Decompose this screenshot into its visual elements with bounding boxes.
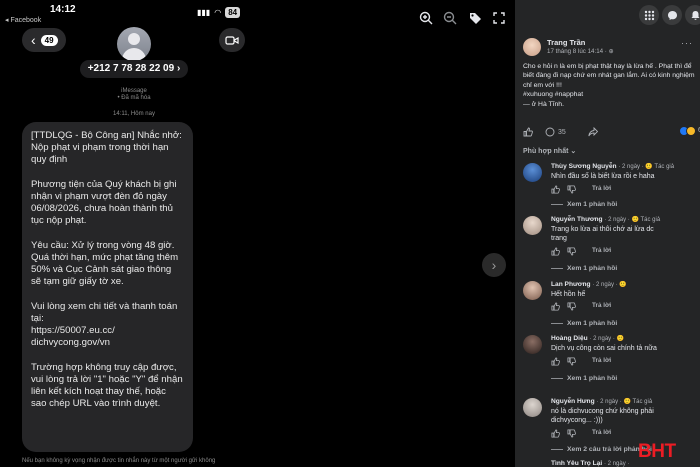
share-icon [588,127,598,137]
author-tag: Tác giả [632,399,653,405]
commenter-name[interactable]: Lan Phương · 2 ngày · 🙂 [551,281,627,288]
comment-text: Dịch vụ công còn sai chính tả nữa [551,345,657,352]
reply-button[interactable]: Trả lời [592,429,611,436]
dislike-icon[interactable] [567,357,576,366]
signal-icon: ▮▮▮ [197,8,211,17]
comment-actions [551,247,576,256]
like-button[interactable] [523,127,533,137]
comment-actions [551,429,576,438]
facebook-post-panel: Trang Trần 17 tháng 8 lúc 14:14 · ⊕ ··· … [515,0,700,467]
thumbs-up-icon[interactable] [551,357,560,366]
post-options-icon[interactable]: ··· [681,38,693,48]
zoom-out-icon[interactable] [441,10,459,26]
dislike-icon[interactable] [567,247,576,256]
comment-actions [551,357,576,366]
thumbs-up-icon[interactable] [551,302,560,311]
unread-count-badge: 49 [40,34,58,46]
fullscreen-icon[interactable] [490,10,508,26]
comment-actions [551,185,576,194]
video-call-icon [219,28,245,52]
commenter-avatar[interactable] [523,163,542,182]
sms-message-bubble: [TTDLQG - Bộ Công an] Nhắc nhở: Nộp phạt… [22,122,193,452]
zoom-in-icon[interactable] [417,10,435,26]
commenter-name[interactable]: Nguyễn Thương · 2 ngày · 🙂 Tác giả [551,216,660,223]
commenter-name[interactable]: Thùy Sương Nguyễn · 2 ngày · 🙂 Tác giả [551,163,674,170]
tag-icon[interactable] [466,10,484,26]
battery-icon: 84 [225,7,241,18]
view-replies-link[interactable]: Xem 1 phản hồi [551,320,617,327]
dislike-icon[interactable] [567,185,576,194]
view-replies-link[interactable]: Xem 1 phản hồi [551,265,617,272]
comment-text: Trang ko lừa ai thôi chớ ai lừa dc trang [551,226,654,242]
bht-watermark: BHT [638,441,676,462]
next-photo-button[interactable]: › [482,253,506,277]
comment-icon [545,127,555,137]
author-tag: Tác giả [654,164,675,170]
sender-phone-number: +212 7 78 28 22 09 › [80,60,188,78]
messenger-icon[interactable] [662,5,682,25]
commenter-avatar[interactable] [523,281,542,300]
view-replies-link[interactable]: Xem 2 câu trả lời phản hồi [551,446,652,453]
comment-text: Hết hồn hế [551,291,586,298]
reply-button[interactable]: Trả lời [592,185,611,192]
globe-icon: ⊕ [608,48,614,55]
commenter-avatar[interactable] [523,335,542,354]
unknown-sender-note: Nếu bạn không kỳ vọng nhận được tin nhắn… [22,458,216,464]
comment-count: 35 [558,128,566,136]
status-icons: ▮▮▮ ◠ 84 [197,7,241,18]
wifi-icon: ◠ [214,8,222,17]
view-replies-link[interactable]: Xem 1 phản hồi [551,201,617,208]
comment-text: Nhìn đầu số là biết lừa rồi e haha [551,173,655,180]
author-tag: Tác giả [640,217,661,223]
imessage-label: iMessage [121,88,147,94]
messages-back-button: ‹ 49 [22,28,66,52]
status-time: 14:12 [50,4,76,15]
back-to-app-label: ◂ Facebook [5,17,42,24]
comment-actions [551,302,576,311]
post-author-avatar[interactable] [523,38,541,56]
post-author-name[interactable]: Trang Trần [547,38,585,47]
commenter-avatar[interactable] [523,398,542,417]
view-replies-link[interactable]: Xem 1 phản hồi [551,375,617,382]
post-body: Cho e hỏi n là em bị phạt thật hay là lừ… [523,63,695,108]
dislike-icon[interactable] [567,429,576,438]
encryption-label: • Đã mã hóa [117,95,151,101]
post-timestamp: 17 tháng 8 lúc 14:14 · ⊕ [547,48,614,55]
photo-viewer: 14:12 ◂ Facebook ▮▮▮ ◠ 84 ‹ 49 +212 7 78… [0,0,515,467]
menu-grid-icon[interactable] [639,5,659,25]
commenter-avatar[interactable] [523,216,542,235]
reaction-summary[interactable]: 6 [679,126,700,136]
contact-avatar [117,27,151,61]
thumbs-up-icon[interactable] [551,247,560,256]
thumbs-up-icon[interactable] [551,185,560,194]
share-button[interactable] [588,127,598,137]
thumbs-up-icon[interactable] [551,429,560,438]
message-timestamp: 14:11, Hôm nay [113,111,155,117]
chevron-left-icon: ‹ [31,32,36,48]
comment-sort-dropdown[interactable]: Phù hợp nhất ⌄ [523,147,576,155]
comment-button[interactable]: 35 [545,127,566,137]
commenter-name[interactable]: Nguyễn Hưng · 2 ngày · 🙂 Tác giả [551,398,652,405]
commenter-name[interactable]: Tình Yêu Trọ Lại · 2 ngày · [551,460,629,467]
reply-button[interactable]: Trả lời [592,302,611,309]
haha-reaction-icon [686,126,696,136]
reply-button[interactable]: Trả lời [592,357,611,364]
thumbs-up-icon [523,127,533,137]
reply-button[interactable]: Trả lời [592,247,611,254]
notifications-icon[interactable] [685,5,700,25]
dislike-icon[interactable] [567,302,576,311]
comment-text: nó là dichvucong chứ không phải dichvyco… [551,408,654,424]
commenter-name[interactable]: Hoàng Diệu · 2 ngày · 🙂 [551,335,624,342]
